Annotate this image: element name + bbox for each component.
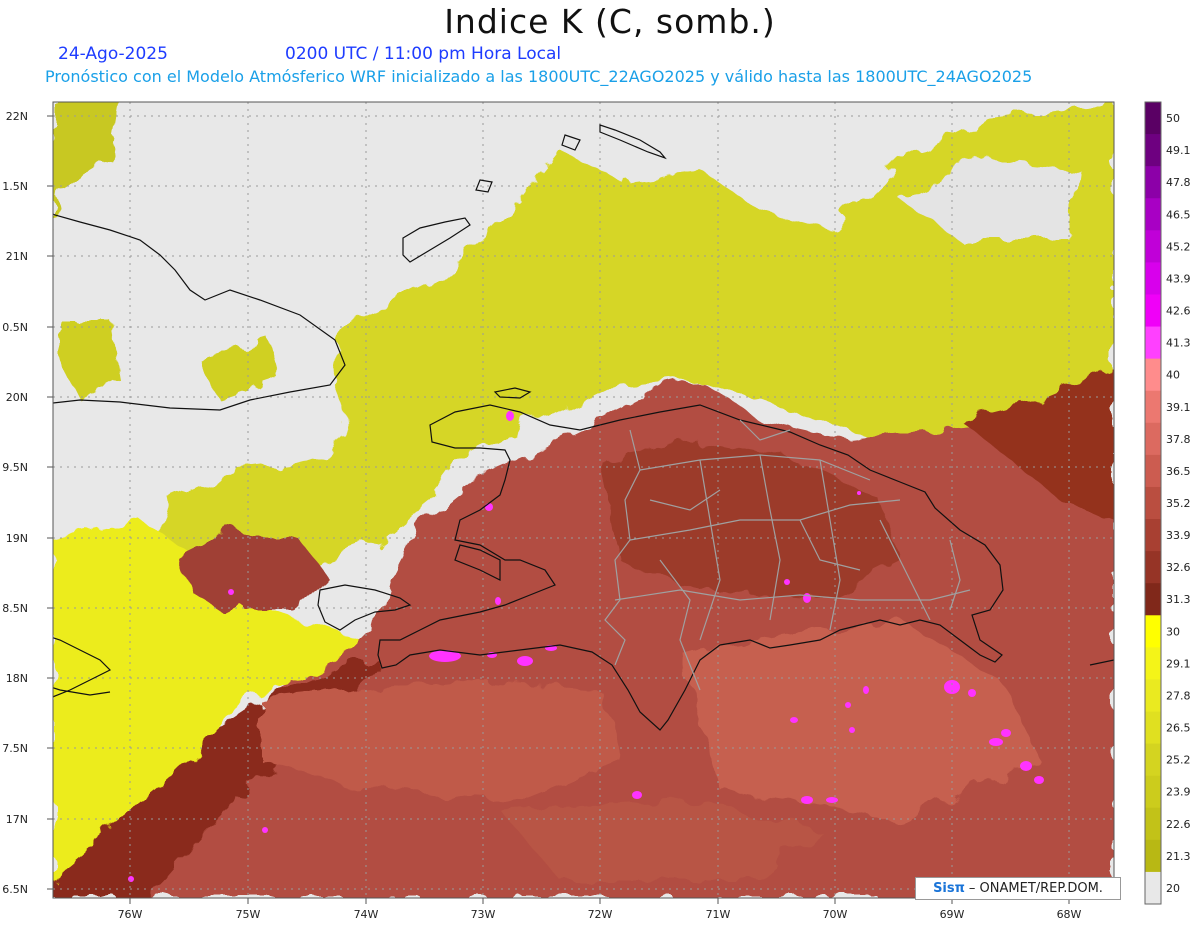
colorbar-label: 26.5: [1166, 722, 1191, 735]
lat-label: 21N: [6, 250, 28, 263]
lat-label: 9.5N: [2, 461, 28, 474]
colorbar-swatch: [1145, 679, 1161, 713]
colorbar-label: 23.9: [1166, 786, 1191, 799]
colorbar-swatch: [1145, 711, 1161, 745]
lon-label: 68W: [1057, 908, 1082, 921]
colorbar-swatch: [1145, 615, 1161, 648]
colorbar-swatch: [1145, 454, 1161, 488]
colorbar-label: 29.1: [1166, 657, 1191, 670]
lat-label: 8.5N: [2, 602, 28, 615]
credit-badge: Sisπ – ONAMET/REP.DOM.: [915, 877, 1121, 900]
colorbar-label: 27.8: [1166, 689, 1191, 702]
colorbar-label: 22.6: [1166, 818, 1191, 831]
lat-label: 0.5N: [2, 321, 28, 334]
colorbar-label: 49.1: [1166, 144, 1191, 157]
colorbar-swatch: [1145, 134, 1161, 167]
lat-label: 1.5N: [2, 180, 28, 193]
colorbar-label: 47.8: [1166, 176, 1191, 189]
colorbar-swatch: [1145, 486, 1161, 520]
k-index-field: [53, 102, 1114, 898]
sispi-logo: Sisπ: [933, 881, 965, 896]
colorbar-swatch: [1145, 743, 1161, 777]
colorbar-swatch: [1145, 390, 1161, 424]
lon-label: 69W: [940, 908, 965, 921]
lat-label: 19N: [6, 532, 28, 545]
colorbar-label: 32.6: [1166, 561, 1191, 574]
map-title: Indice K (C, somb.): [444, 2, 776, 41]
colorbar-label: 25.2: [1166, 754, 1191, 767]
colorbar-swatch: [1145, 166, 1161, 199]
forecast-map: 22N 1.5N 21N 0.5N 20N 9.5N 19N 8.5N 18N …: [2, 101, 1191, 921]
colorbar-label: 37.8: [1166, 433, 1191, 446]
lat-label: 22N: [6, 110, 28, 123]
colorbar-label: 41.3: [1166, 337, 1191, 350]
lon-label: 74W: [354, 908, 379, 921]
colorbar-swatch: [1145, 839, 1161, 873]
colorbar-label: 43.9: [1166, 272, 1191, 285]
colorbar-swatch: [1145, 102, 1161, 135]
lon-label: 70W: [823, 908, 848, 921]
lon-label: 76W: [118, 908, 143, 921]
colorbar-swatch: [1145, 262, 1161, 295]
valid-date: 24-Ago-2025: [58, 44, 168, 64]
colorbar-label: 40: [1166, 369, 1180, 382]
colorbar-label: 20: [1166, 882, 1180, 895]
colorbar-label: 31.3: [1166, 593, 1191, 606]
lon-label: 75W: [236, 908, 261, 921]
colorbar: 50 49.1 47.8 46.5 45.2 43.9 42.6 41.3 40 39.1 37.8…: [1144, 101, 1191, 905]
colorbar-label: 21.3: [1166, 850, 1191, 863]
colorbar-swatch: [1145, 871, 1161, 905]
forecast-info: Pronóstico con el Modelo Atmósferico WRF…: [45, 67, 1033, 86]
colorbar-swatch: [1145, 647, 1161, 680]
colorbar-swatch: [1145, 775, 1161, 809]
lat-label: 20N: [6, 391, 28, 404]
lat-label: 18N: [6, 672, 28, 685]
colorbar-swatch: [1145, 230, 1161, 263]
colorbar-swatch: [1145, 198, 1161, 231]
lat-label: 7.5N: [2, 742, 28, 755]
credit-text: – ONAMET/REP.DOM.: [968, 881, 1103, 896]
colorbar-swatch: [1145, 519, 1161, 552]
colorbar-label: 33.9: [1166, 529, 1191, 542]
colorbar-label: 46.5: [1166, 208, 1191, 221]
colorbar-label: 36.5: [1166, 465, 1191, 478]
colorbar-label: 39.1: [1166, 401, 1191, 414]
lon-label: 73W: [471, 908, 496, 921]
lat-label: 6.5N: [2, 883, 28, 896]
colorbar-swatch: [1145, 551, 1161, 584]
valid-time: 0200 UTC / 11:00 pm Hora Local: [285, 44, 562, 64]
colorbar-label: 50: [1166, 112, 1180, 125]
colorbar-swatch: [1145, 326, 1161, 360]
colorbar-swatch: [1145, 358, 1161, 392]
lon-label: 72W: [588, 908, 613, 921]
colorbar-swatch: [1145, 422, 1161, 456]
colorbar-swatch: [1145, 807, 1161, 841]
lon-label: 71W: [706, 908, 731, 921]
colorbar-label: 30: [1166, 625, 1180, 638]
colorbar-label: 42.6: [1166, 305, 1191, 318]
colorbar-label: 35.2: [1166, 497, 1191, 510]
lat-label: 17N: [6, 813, 28, 826]
colorbar-swatch: [1145, 583, 1161, 616]
colorbar-label: 45.2: [1166, 240, 1191, 253]
colorbar-swatch: [1145, 294, 1161, 328]
